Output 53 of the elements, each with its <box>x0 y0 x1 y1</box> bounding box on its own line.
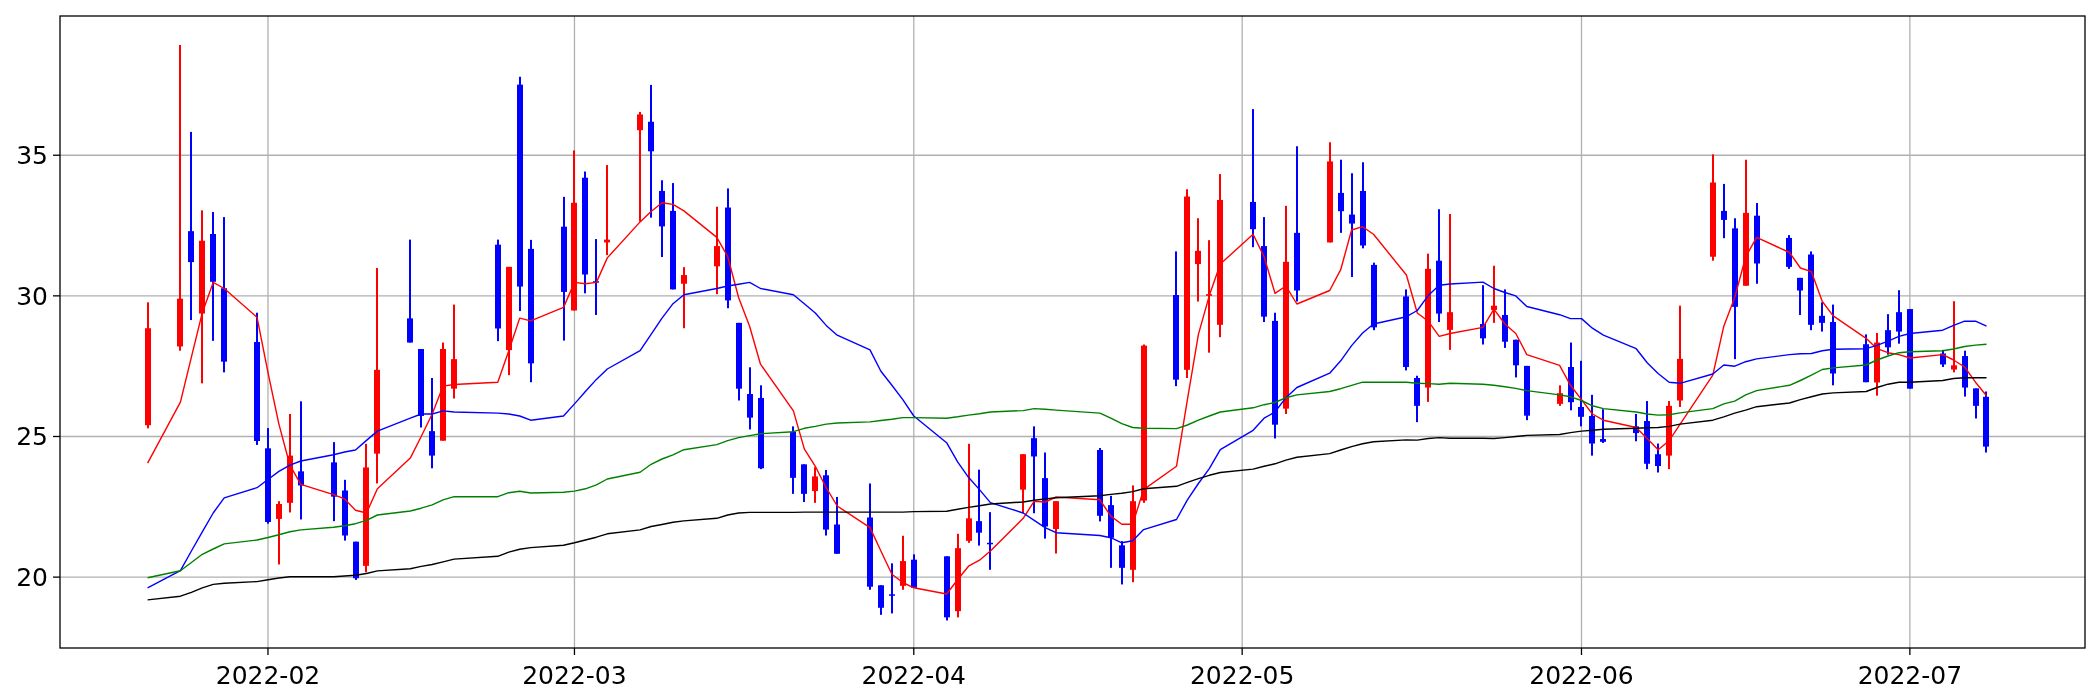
candlestick <box>1480 285 1486 345</box>
candlestick <box>1940 349 1946 367</box>
candlestick <box>812 467 818 503</box>
candlestick <box>1119 541 1125 585</box>
candlestick <box>889 563 895 614</box>
axis-tick-label: 2022-06 <box>1529 661 1634 690</box>
candlestick <box>1557 385 1563 406</box>
candlestick <box>878 585 884 615</box>
tick-mark <box>52 295 61 297</box>
candlestick <box>1863 334 1869 383</box>
candlestick <box>1502 289 1508 348</box>
candlestick <box>1053 501 1059 554</box>
tick-mark <box>1241 647 1243 656</box>
tick-mark <box>1580 647 1583 656</box>
candlestick <box>1786 235 1792 269</box>
tick-mark <box>913 647 915 656</box>
axis-tick-label: 25 <box>16 422 48 452</box>
candlestick <box>801 464 807 502</box>
candlestick <box>1633 414 1639 442</box>
axis-tick-label: 2022-02 <box>215 661 321 690</box>
candlestick <box>944 556 950 621</box>
candlestick <box>1513 339 1519 378</box>
tick-mark <box>52 435 61 438</box>
axis-tick-label: 2022-07 <box>1857 661 1963 690</box>
candlestick <box>1983 391 1989 453</box>
axis-tick-label: 2022-04 <box>861 661 966 690</box>
candlestick <box>1020 454 1026 514</box>
candlestick <box>1414 375 1420 423</box>
candlestick <box>276 501 282 565</box>
candlestick <box>1578 360 1584 427</box>
tick-mark <box>52 576 61 578</box>
candlestick <box>1973 388 1979 419</box>
axis-tick-label: 2022-05 <box>1189 661 1295 690</box>
candlestick <box>911 554 917 588</box>
candlestick <box>834 496 840 554</box>
candlestick <box>1524 365 1530 421</box>
candlestick <box>1600 409 1606 443</box>
candlestick <box>1797 277 1803 315</box>
tick-mark <box>573 647 576 656</box>
candlestick <box>1655 443 1661 473</box>
axis-tick-label: 20 <box>16 563 48 593</box>
candlestick <box>1962 350 1968 397</box>
axis-tick-label: 2022-03 <box>522 661 627 690</box>
candlestick <box>1819 302 1825 332</box>
tick-mark <box>1909 647 1911 656</box>
candlestick <box>353 541 359 580</box>
candlestick <box>1885 314 1891 355</box>
candlestick <box>1371 262 1377 331</box>
candlestick <box>1951 301 1957 373</box>
axis-tick-label: 35 <box>16 141 48 171</box>
tick-mark <box>52 154 61 156</box>
axis-tick-label: 30 <box>16 281 48 311</box>
tick-mark <box>267 647 269 656</box>
